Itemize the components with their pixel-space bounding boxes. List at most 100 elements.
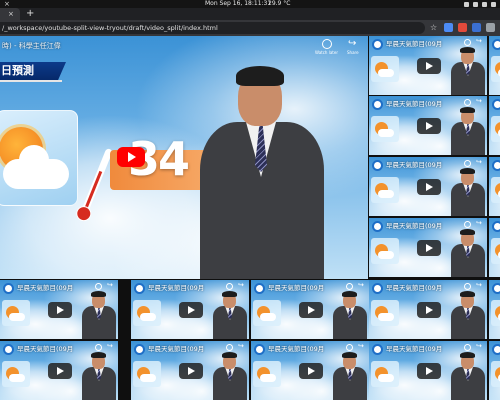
play-button[interactable] xyxy=(417,118,441,134)
thumbnail-title[interactable]: 早晨天氣節目(09月 xyxy=(386,38,442,48)
bookmark-star-icon[interactable]: ☆ xyxy=(430,23,439,32)
channel-logo[interactable] xyxy=(254,283,265,294)
channel-logo[interactable] xyxy=(372,160,383,171)
channel-logo[interactable] xyxy=(134,344,145,355)
play-button[interactable] xyxy=(417,302,441,318)
video-thumbnail[interactable]: 早晨天氣節目(09月 ↪ xyxy=(251,341,369,400)
share-icon[interactable]: ↪ xyxy=(238,281,244,289)
extension-icon[interactable] xyxy=(486,23,495,32)
channel-logo[interactable] xyxy=(492,344,500,355)
tab-close-icon[interactable]: × xyxy=(8,8,14,20)
watch-later-icon[interactable] xyxy=(464,283,471,290)
thumbnail-title[interactable]: 早晨天氣節目(09月 xyxy=(268,343,324,353)
share-icon[interactable]: ↪ xyxy=(476,97,482,105)
thumbnail-title[interactable]: 早晨天氣節目(09月 xyxy=(386,343,442,353)
network-icon[interactable] xyxy=(464,1,469,7)
video-thumbnail[interactable]: 早晨天氣節目(09月↪ xyxy=(489,157,500,216)
watch-later-icon[interactable] xyxy=(464,39,471,46)
share-icon[interactable]: ↪ xyxy=(358,342,364,350)
thumbnail-title[interactable]: 早晨天氣節目(09月 xyxy=(148,343,204,353)
extension-icon[interactable] xyxy=(458,23,467,32)
channel-logo[interactable] xyxy=(372,99,383,110)
system-clock[interactable]: Mon Sep 16, 18:11:31 xyxy=(205,0,271,8)
video-thumbnail[interactable]: 早晨天氣節目(09月 ↪ xyxy=(369,96,487,155)
share-icon[interactable]: ↪ xyxy=(348,38,356,49)
video-thumbnail[interactable]: 早晨天氣節目(09月 ↪ xyxy=(131,280,249,339)
video-thumbnail[interactable]: 早晨天氣節目(09月 ↪ xyxy=(369,157,487,216)
close-icon[interactable]: × xyxy=(4,0,10,8)
play-button[interactable] xyxy=(417,363,441,379)
power-icon[interactable] xyxy=(491,1,496,7)
channel-logo[interactable] xyxy=(372,283,383,294)
watch-later-icon[interactable] xyxy=(226,344,233,351)
video-thumbnail[interactable]: 早晨天氣節目(09月↪ xyxy=(489,218,500,277)
battery-icon[interactable] xyxy=(482,1,487,7)
share-icon[interactable]: ↪ xyxy=(107,342,113,350)
watch-later-icon[interactable] xyxy=(464,221,471,228)
video-thumbnail[interactable]: 早晨天氣節目(09月↪ xyxy=(489,96,500,155)
video-thumbnail[interactable]: 早晨天氣節目(09月 ↪ xyxy=(251,280,369,339)
thumbnail-title[interactable]: 早晨天氣節目(09月 xyxy=(268,282,324,292)
share-icon[interactable]: ↪ xyxy=(476,281,482,289)
video-thumbnail[interactable]: 早晨天氣節目(09月↪ xyxy=(489,341,500,400)
channel-logo[interactable] xyxy=(372,39,383,50)
video-thumbnail[interactable]: 早晨天氣節目(09月 ↪ xyxy=(0,341,118,400)
play-button[interactable] xyxy=(117,147,145,167)
channel-logo[interactable] xyxy=(492,39,500,50)
share-icon[interactable]: ↪ xyxy=(476,37,482,45)
thumbnail-title[interactable]: 早晨天氣節目(09月 xyxy=(17,343,73,353)
thumbnail-title[interactable]: 早晨天氣節目(09月 xyxy=(386,220,442,230)
share-icon[interactable]: ↪ xyxy=(238,342,244,350)
play-button[interactable] xyxy=(179,363,203,379)
watch-later-icon[interactable] xyxy=(322,39,332,49)
watch-later-icon[interactable] xyxy=(346,283,353,290)
thumbnail-title[interactable]: 早晨天氣節目(09月 xyxy=(386,282,442,292)
watch-later-icon[interactable] xyxy=(464,344,471,351)
share-icon[interactable]: ↪ xyxy=(476,342,482,350)
channel-logo[interactable] xyxy=(492,221,500,232)
share-icon[interactable]: ↪ xyxy=(107,281,113,289)
channel-logo[interactable] xyxy=(254,344,265,355)
video-thumbnail[interactable]: 早晨天氣節目(09月↪ xyxy=(489,280,500,339)
thumbnail-title[interactable]: 早晨天氣節目(09月 xyxy=(386,98,442,108)
thumbnail-title[interactable]: 早晨天氣節目(09月 xyxy=(17,282,73,292)
video-thumbnail[interactable]: 早晨天氣節目(09月 ↪ xyxy=(131,341,249,400)
watch-later-icon[interactable] xyxy=(95,283,102,290)
watch-later-icon[interactable] xyxy=(464,99,471,106)
play-button[interactable] xyxy=(299,363,323,379)
channel-logo[interactable] xyxy=(372,344,383,355)
share-icon[interactable]: ↪ xyxy=(358,281,364,289)
channel-logo[interactable] xyxy=(134,283,145,294)
play-button[interactable] xyxy=(48,363,72,379)
watch-later-icon[interactable] xyxy=(95,344,102,351)
play-button[interactable] xyxy=(417,179,441,195)
watch-later-icon[interactable] xyxy=(346,344,353,351)
thumbnail-title[interactable]: 早晨天氣節目(09月 xyxy=(386,159,442,169)
play-button[interactable] xyxy=(299,302,323,318)
main-video-player[interactable]: 時) - 科學主任江偉 Watch later ↪ Share 日預測 34 xyxy=(0,36,368,279)
channel-logo[interactable] xyxy=(3,344,14,355)
new-tab-button[interactable]: + xyxy=(26,8,34,20)
weather-indicator[interactable]: 29.9 °C xyxy=(268,0,290,8)
channel-logo[interactable] xyxy=(3,283,14,294)
video-thumbnail[interactable]: 早晨天氣節目(09月 ↪ xyxy=(369,280,487,339)
video-thumbnail[interactable]: 早晨天氣節目(09月 ↪ xyxy=(369,341,487,400)
share-icon[interactable]: ↪ xyxy=(476,219,482,227)
browser-tab[interactable]: × xyxy=(0,8,20,20)
channel-logo[interactable] xyxy=(372,221,383,232)
watch-later-icon[interactable] xyxy=(464,160,471,167)
channel-logo[interactable] xyxy=(492,283,500,294)
video-thumbnail[interactable]: 早晨天氣節目(09月↪ xyxy=(489,36,500,95)
volume-icon[interactable] xyxy=(473,1,478,7)
video-title[interactable]: 時) - 科學主任江偉 xyxy=(2,41,61,51)
play-button[interactable] xyxy=(417,58,441,74)
extension-icon[interactable] xyxy=(444,23,453,32)
share-icon[interactable]: ↪ xyxy=(476,158,482,166)
address-bar[interactable]: /_workspace/youtube-split-view-tryout/dr… xyxy=(0,22,425,34)
play-button[interactable] xyxy=(48,302,72,318)
video-thumbnail[interactable]: 早晨天氣節目(09月 ↪ xyxy=(0,280,118,339)
channel-logo[interactable] xyxy=(492,160,500,171)
thumbnail-title[interactable]: 早晨天氣節目(09月 xyxy=(148,282,204,292)
extension-icon[interactable] xyxy=(472,23,481,32)
play-button[interactable] xyxy=(417,240,441,256)
